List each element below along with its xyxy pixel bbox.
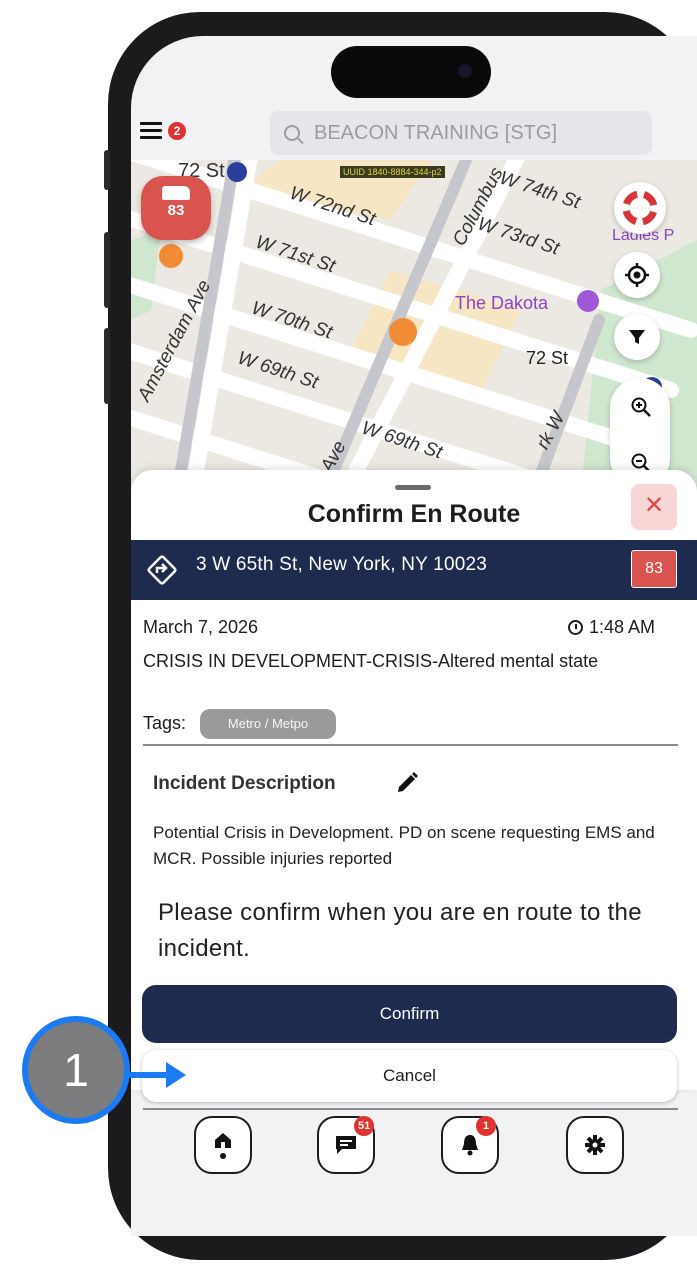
page: 2 BEACON TRAINING [STG] UUID 1840-8884-3… — [0, 0, 697, 1266]
camera-lens — [458, 64, 472, 78]
incident-address: 3 W 65th St, New York, NY 10023 — [196, 554, 488, 575]
divider — [143, 1108, 678, 1110]
cancel-button[interactable]: Cancel — [142, 1050, 677, 1102]
tab-home[interactable] — [194, 1116, 252, 1174]
lifebuoy-icon — [623, 191, 657, 225]
menu-badge: 2 — [168, 122, 186, 140]
locate-icon — [625, 263, 649, 287]
tag-chip: Metro / Metpo — [200, 709, 336, 739]
search-placeholder: BEACON TRAINING [STG] — [314, 121, 557, 144]
incident-date: March 7, 2026 — [143, 617, 259, 637]
gear-icon — [585, 1135, 605, 1155]
unit-marker-number: 83 — [167, 202, 185, 219]
tab-settings[interactable] — [566, 1116, 624, 1174]
incident-description: Potential Crisis in Development. PD on s… — [153, 823, 655, 868]
close-button[interactable]: ✕ — [631, 484, 677, 530]
search-input[interactable]: BEACON TRAINING [STG] — [270, 111, 652, 155]
poi-label-the-dakota[interactable]: The Dakota — [455, 293, 548, 314]
zoom-in-button[interactable] — [624, 390, 658, 424]
confirm-button[interactable]: Confirm — [142, 985, 677, 1043]
clock-icon — [568, 620, 583, 635]
search-icon — [284, 125, 300, 141]
unit-number-badge: 83 — [631, 550, 677, 588]
lifebuoy-button[interactable] — [614, 182, 666, 234]
filter-button[interactable] — [614, 314, 660, 360]
divider — [143, 744, 678, 746]
alerts-badge: 1 — [476, 1116, 496, 1136]
hamburger-menu-icon[interactable] — [140, 122, 162, 140]
phone-volume-down-button — [104, 328, 110, 404]
incident-time: 1:48 AM — [568, 617, 655, 638]
unit-map-marker[interactable]: 83 — [141, 176, 211, 240]
home-icon — [215, 1133, 231, 1159]
ambulance-icon — [162, 186, 190, 200]
edit-pencil-icon[interactable] — [394, 770, 420, 796]
locate-button[interactable] — [614, 252, 660, 298]
bell-icon — [462, 1135, 478, 1156]
incident-type: CRISIS IN DEVELOPMENT-CRISIS-Altered men… — [143, 651, 599, 671]
directions-icon — [147, 555, 177, 585]
description-title: Incident Description — [153, 773, 336, 794]
sheet-drag-handle[interactable] — [395, 485, 431, 490]
confirm-prompt: Please confirm when you are en route to … — [158, 899, 642, 962]
incident-time-text: 1:48 AM — [589, 617, 656, 637]
station-label: 72 St — [526, 348, 569, 368]
phone-side-button — [104, 150, 110, 190]
sheet-title: Confirm En Route — [307, 500, 521, 528]
zoom-in-icon — [631, 397, 651, 417]
map-uid-label: UUID 1840-8884-344-p2 — [340, 166, 445, 178]
chat-icon — [336, 1136, 356, 1154]
filter-icon — [629, 330, 645, 344]
step-number: 1 — [28, 1022, 124, 1118]
phone-volume-up-button — [104, 232, 110, 308]
annotation-arrow-head — [166, 1062, 186, 1088]
tags-label: Tags: — [143, 713, 187, 733]
